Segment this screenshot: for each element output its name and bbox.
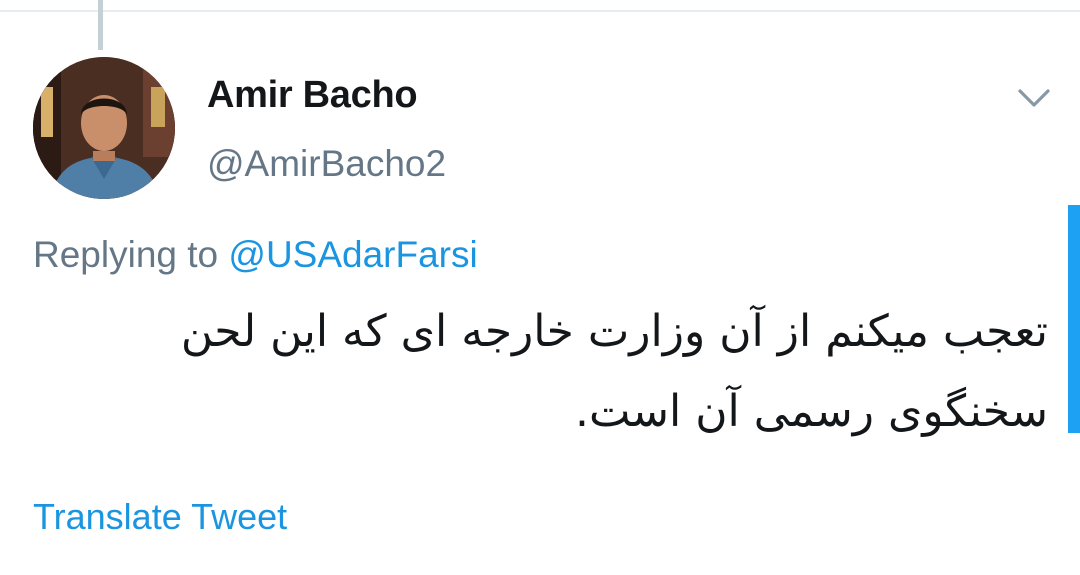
chevron-down-icon[interactable] <box>1016 84 1052 112</box>
tweet-view: Amir Bacho @AmirBacho2 Replying to @USAd… <box>0 0 1080 575</box>
author-display-name[interactable]: Amir Bacho <box>207 74 418 117</box>
replying-to-mention-link[interactable]: @USAdarFarsi <box>228 234 477 275</box>
translate-tweet-link[interactable]: Translate Tweet <box>33 496 287 538</box>
thread-connector-line <box>98 0 103 50</box>
divider <box>0 10 1080 12</box>
avatar[interactable] <box>33 57 175 199</box>
author-handle[interactable]: @AmirBacho2 <box>207 143 446 185</box>
replying-to-line: Replying to @USAdarFarsi <box>33 234 478 276</box>
avatar-photo <box>33 57 175 199</box>
replying-to-label: Replying to <box>33 234 219 275</box>
tweet-text: تعجب میکنم از آن وزارت خارجه ای که این ل… <box>180 306 1048 437</box>
scroll-indicator <box>1068 205 1080 433</box>
